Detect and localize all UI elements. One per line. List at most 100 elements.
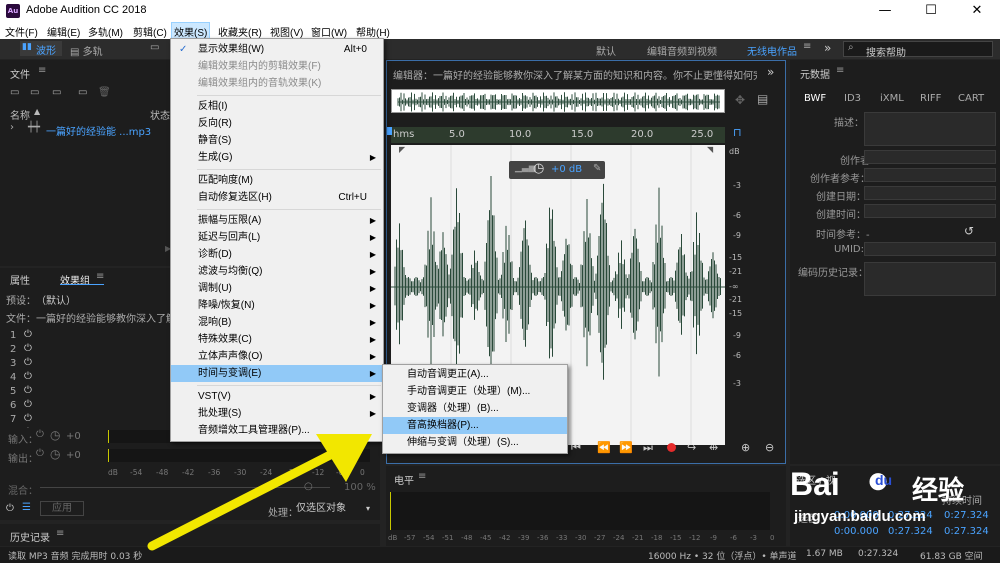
effects-menu-item[interactable]: 生成(G) ▶	[171, 149, 383, 166]
reset-icon[interactable]: ↺	[964, 224, 974, 238]
effect-slot[interactable]: 3 ⏻	[6, 357, 182, 370]
input-knob-icon[interactable]: ◷	[50, 428, 60, 442]
menu-multitrack[interactable]: 多轨(M)	[88, 24, 123, 39]
minimize-button[interactable]: —	[862, 0, 908, 22]
zoom-out-icon[interactable]: ⊖	[765, 441, 774, 454]
menu-help[interactable]: 帮助(H)	[356, 24, 390, 39]
delete-icon[interactable]: 🗑	[98, 87, 111, 98]
effects-menu-item[interactable]: 编辑效果组内的剪辑效果(F)	[171, 58, 383, 75]
menu-favorites[interactable]: 收藏夹(R)	[218, 24, 262, 39]
fade-out-handle-icon[interactable]: ◥	[707, 145, 713, 154]
power-icon[interactable]: ⏻	[24, 371, 32, 382]
power-icon[interactable]: ⏻	[24, 385, 32, 396]
umid-field[interactable]	[864, 242, 996, 256]
multitrack-view-button[interactable]: ▤ 多轨	[70, 43, 103, 58]
effects-menu-item[interactable]: VST(V) ▶	[171, 388, 383, 405]
menu-file[interactable]: 文件(F)	[5, 24, 38, 39]
skip-icon[interactable]: ↪	[687, 441, 696, 454]
snap-icon[interactable]: ⊓	[733, 126, 742, 139]
creator-field[interactable]	[864, 150, 996, 164]
workspace-edit-video[interactable]: 编辑音频到视频	[647, 43, 717, 58]
effects-menu-item[interactable]: 混响(B) ▶	[171, 314, 383, 331]
tab-bwf[interactable]: BWF	[804, 93, 826, 104]
effects-menu-item[interactable]: 自动修复选区(H) Ctrl+U	[171, 189, 383, 206]
submenu-stretch-pitch[interactable]: 伸缩与变调（处理）(S)...	[383, 434, 567, 451]
effects-menu-item[interactable]: 立体声声像(O) ▶	[171, 348, 383, 365]
insert-icon[interactable]: ▭	[78, 87, 87, 98]
effect-slot[interactable]: 2 ⏻	[6, 343, 182, 356]
submenu-manual-pitch[interactable]: 手动音调更正（处理）(M)...	[383, 383, 567, 400]
power-icon[interactable]: ⏻	[24, 329, 32, 340]
go-to-start-icon[interactable]: ⏮	[571, 441, 581, 455]
apply-button[interactable]: 应用	[40, 501, 84, 516]
time-ruler[interactable]: hms 5.0 10.0 15.0 20.0 25.0	[391, 127, 725, 143]
playhead-marker[interactable]	[387, 127, 392, 135]
record-button[interactable]	[667, 443, 676, 452]
effects-menu-item[interactable]: 特殊效果(C) ▶	[171, 331, 383, 348]
power-icon[interactable]: ⏻	[24, 413, 32, 424]
gain-knob-icon[interactable]: ◷	[533, 161, 544, 176]
rack-power-icon[interactable]: ⏻	[6, 503, 14, 514]
maximize-button[interactable]: ☐	[908, 0, 954, 22]
effects-menu-item[interactable]: 反相(I)	[171, 98, 383, 115]
fade-in-handle-icon[interactable]: ◤	[399, 145, 405, 154]
output-knob-icon[interactable]: ◷	[50, 447, 60, 461]
power-icon[interactable]: ⏻	[24, 357, 32, 368]
create-date-field[interactable]	[864, 186, 996, 200]
waveform-view-button[interactable]: ▮▮ 波形	[20, 41, 62, 57]
power-icon[interactable]: ⏻	[24, 343, 32, 354]
tool-icon[interactable]: ▭	[150, 42, 159, 53]
zoom-in-icon[interactable]: ⊕	[741, 441, 750, 454]
tab-properties[interactable]: 属性	[10, 272, 30, 287]
output-power-icon[interactable]: ⏻	[36, 448, 44, 459]
submenu-pitch-shifter[interactable]: 音高换档器(P)...	[383, 417, 567, 434]
waveform-overview[interactable]	[391, 89, 725, 113]
pin-icon[interactable]: ✎	[593, 163, 601, 174]
submenu-pitch-bender[interactable]: 变调器（处理）(B)...	[383, 400, 567, 417]
effects-menu-item[interactable]: 批处理(S) ▶	[171, 405, 383, 422]
close-button[interactable]: ✕	[954, 0, 1000, 22]
menu-window[interactable]: 窗口(W)	[311, 24, 347, 39]
effect-slot[interactable]: 1 ⏻	[6, 329, 182, 342]
effects-menu-item[interactable]: ✓ 显示效果组(W) Alt+0	[171, 41, 383, 58]
effects-menu-item[interactable]: 编辑效果组内的音轨效果(K)	[171, 75, 383, 92]
effect-slot[interactable]: 5 ⏻	[6, 385, 182, 398]
submenu-auto-pitch[interactable]: 自动音调更正(A)...	[383, 366, 567, 383]
effects-menu-item[interactable]: 静音(S)	[171, 132, 383, 149]
panel-menu-icon[interactable]: ≡	[38, 65, 46, 76]
effects-menu-item[interactable]: 滤波与均衡(Q) ▶	[171, 263, 383, 280]
panel-menu-icon[interactable]: ≡	[96, 271, 104, 282]
more-icon[interactable]: »	[767, 65, 774, 79]
effect-slot[interactable]: 4 ⏻	[6, 371, 182, 384]
rewind-icon[interactable]: ⏪	[597, 441, 611, 454]
effects-menu-item[interactable]: 反向(R)	[171, 115, 383, 132]
workspace-default[interactable]: 默认	[596, 43, 616, 58]
menu-clip[interactable]: 剪辑(C)	[133, 24, 167, 39]
creator-ref-field[interactable]	[864, 168, 996, 182]
panel-menu-icon[interactable]: ≡	[56, 528, 64, 539]
effects-menu-item[interactable]: 调制(U) ▶	[171, 280, 383, 297]
effects-menu-item[interactable]: 降噪/恢复(N) ▶	[171, 297, 383, 314]
menu-view[interactable]: 视图(V)	[270, 24, 303, 39]
effects-menu-item[interactable]: 延迟与回声(L) ▶	[171, 229, 383, 246]
loop-icon[interactable]: ⇹	[709, 441, 718, 454]
effects-menu-item[interactable]: 匹配响度(M)	[171, 172, 383, 189]
desc-field[interactable]	[864, 112, 996, 146]
tab-riff[interactable]: RIFF	[920, 93, 941, 104]
tab-id3[interactable]: ID3	[844, 93, 861, 104]
import-icon[interactable]: ▭	[30, 87, 39, 98]
search-help-box[interactable]: ⌕ 搜索帮助	[843, 41, 993, 59]
zoom-navigator-icon[interactable]: ✥	[735, 93, 745, 107]
more-workspaces-icon[interactable]: »	[824, 41, 831, 55]
panel-menu-icon[interactable]: ≡	[418, 471, 426, 482]
tab-cart[interactable]: CART	[958, 93, 984, 104]
effect-slot[interactable]: 6 ⏻	[6, 399, 182, 412]
effects-menu-item[interactable]: 时间与变调(E) ▶	[171, 365, 383, 382]
go-to-end-icon[interactable]: ⏭	[643, 441, 653, 455]
display-settings-icon[interactable]: ▤	[757, 92, 768, 106]
fast-forward-icon[interactable]: ⏩	[619, 441, 633, 454]
tab-ixml[interactable]: iXML	[880, 93, 904, 104]
expand-icon[interactable]: ›	[10, 122, 14, 133]
input-power-icon[interactable]: ⏻	[36, 429, 44, 440]
file-row[interactable]: › ┿┿ 一篇好的经验能 ...mp3	[0, 120, 182, 138]
